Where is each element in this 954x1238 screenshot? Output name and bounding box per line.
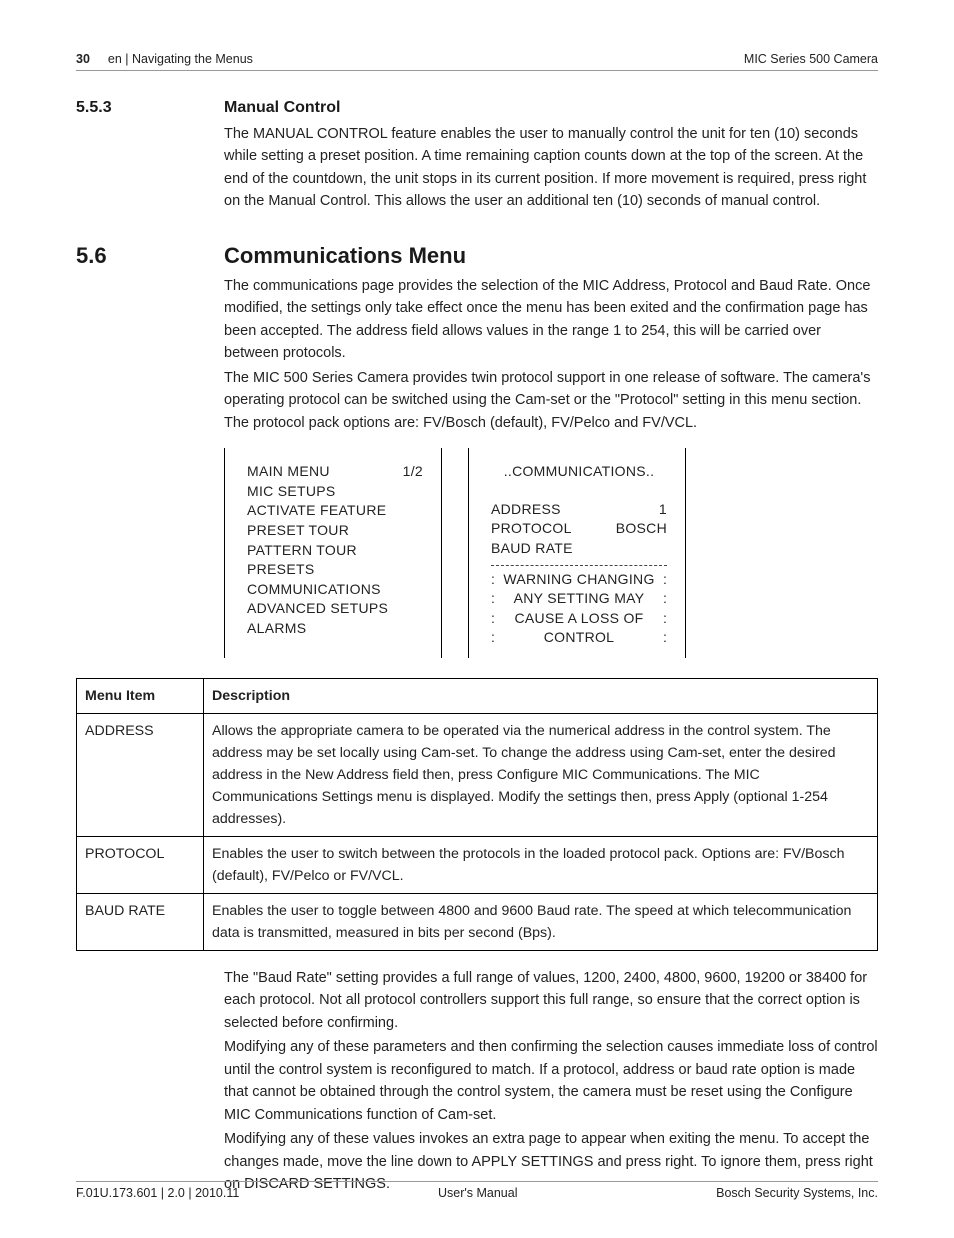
menu-item: COMMUNICATIONS: [247, 580, 423, 600]
table-row: BAUD RATE Enables the user to toggle bet…: [77, 893, 878, 950]
menu-item: PRESETS: [247, 560, 423, 580]
menu-item: ACTIVATE FEATURE: [247, 501, 423, 521]
table-row: ADDRESS Allows the appropriate camera to…: [77, 713, 878, 836]
menu-box-main: MAIN MENU 1/2 MIC SETUPS ACTIVATE FEATUR…: [224, 448, 442, 658]
section-553-heading: 5.5.3 Manual Control: [76, 99, 878, 117]
menu-title: MAIN MENU: [247, 462, 330, 482]
menu-diagram: MAIN MENU 1/2 MIC SETUPS ACTIVATE FEATUR…: [224, 448, 878, 658]
menu-title: ..COMMUNICATIONS..: [491, 462, 667, 482]
paragraph: Modifying any of these parameters and th…: [224, 1036, 878, 1126]
menu-item: PRESET TOUR: [247, 521, 423, 541]
menu-field-label: BAUD RATE: [491, 539, 573, 559]
description-cell: Allows the appropriate camera to be oper…: [204, 713, 878, 836]
menu-page-indicator: 1/2: [403, 462, 423, 482]
menu-item: PATTERN TOUR: [247, 541, 423, 561]
paragraph: The communications page provides the sel…: [224, 275, 878, 365]
product-name: MIC Series 500 Camera: [744, 52, 878, 66]
description-table: Menu Item Description ADDRESS Allows the…: [76, 678, 878, 951]
menu-field-label: ADDRESS: [491, 500, 561, 520]
breadcrumb: en | Navigating the Menus: [108, 52, 253, 66]
table-row: PROTOCOL Enables the user to switch betw…: [77, 836, 878, 893]
description-cell: Enables the user to toggle between 4800 …: [204, 893, 878, 950]
menu-item: ALARMS: [247, 619, 423, 639]
menu-field-value: BOSCH: [616, 519, 667, 539]
after-table-body: The "Baud Rate" setting provides a full …: [224, 967, 878, 1196]
section-553-body: The MANUAL CONTROL feature enables the u…: [224, 123, 878, 213]
paragraph: The MIC 500 Series Camera provides twin …: [224, 367, 878, 434]
table-header: Description: [204, 678, 878, 713]
menu-box-communications: ..COMMUNICATIONS.. ADDRESS 1 PROTOCOL BOSC…: [468, 448, 686, 658]
paragraph: The MANUAL CONTROL feature enables the u…: [224, 123, 878, 213]
table-header: Menu Item: [77, 678, 204, 713]
section-number: 5.6: [76, 243, 224, 269]
paragraph: The "Baud Rate" setting provides a full …: [224, 967, 878, 1034]
section-56-body: The communications page provides the sel…: [224, 275, 878, 434]
menu-field-value: 1: [659, 500, 667, 520]
menu-item: MIC SETUPS: [247, 482, 423, 502]
section-title: Communications Menu: [224, 243, 466, 269]
footer-center: User's Manual: [438, 1186, 518, 1200]
description-cell: Enables the user to switch between the p…: [204, 836, 878, 893]
warning-line: CONTROL: [544, 628, 615, 648]
menu-item-cell: ADDRESS: [77, 713, 204, 836]
menu-item-cell: PROTOCOL: [77, 836, 204, 893]
menu-item-cell: BAUD RATE: [77, 893, 204, 950]
warning-line: WARNING CHANGING: [503, 570, 654, 590]
footer-left: F.01U.173.601 | 2.0 | 2010.11: [76, 1186, 239, 1200]
section-number: 5.5.3: [76, 99, 224, 117]
warning-line: CAUSE A LOSS OF: [515, 609, 644, 629]
page-footer: F.01U.173.601 | 2.0 | 2010.11 User's Man…: [76, 1181, 878, 1200]
menu-field-label: PROTOCOL: [491, 519, 572, 539]
section-title: Manual Control: [224, 99, 340, 117]
menu-item: ADVANCED SETUPS: [247, 599, 423, 619]
page-number: 30: [76, 52, 90, 66]
section-56-heading: 5.6 Communications Menu: [76, 243, 878, 269]
footer-right: Bosch Security Systems, Inc.: [716, 1186, 878, 1200]
page-header: 30 en | Navigating the Menus MIC Series …: [76, 52, 878, 71]
warning-line: ANY SETTING MAY: [514, 589, 645, 609]
